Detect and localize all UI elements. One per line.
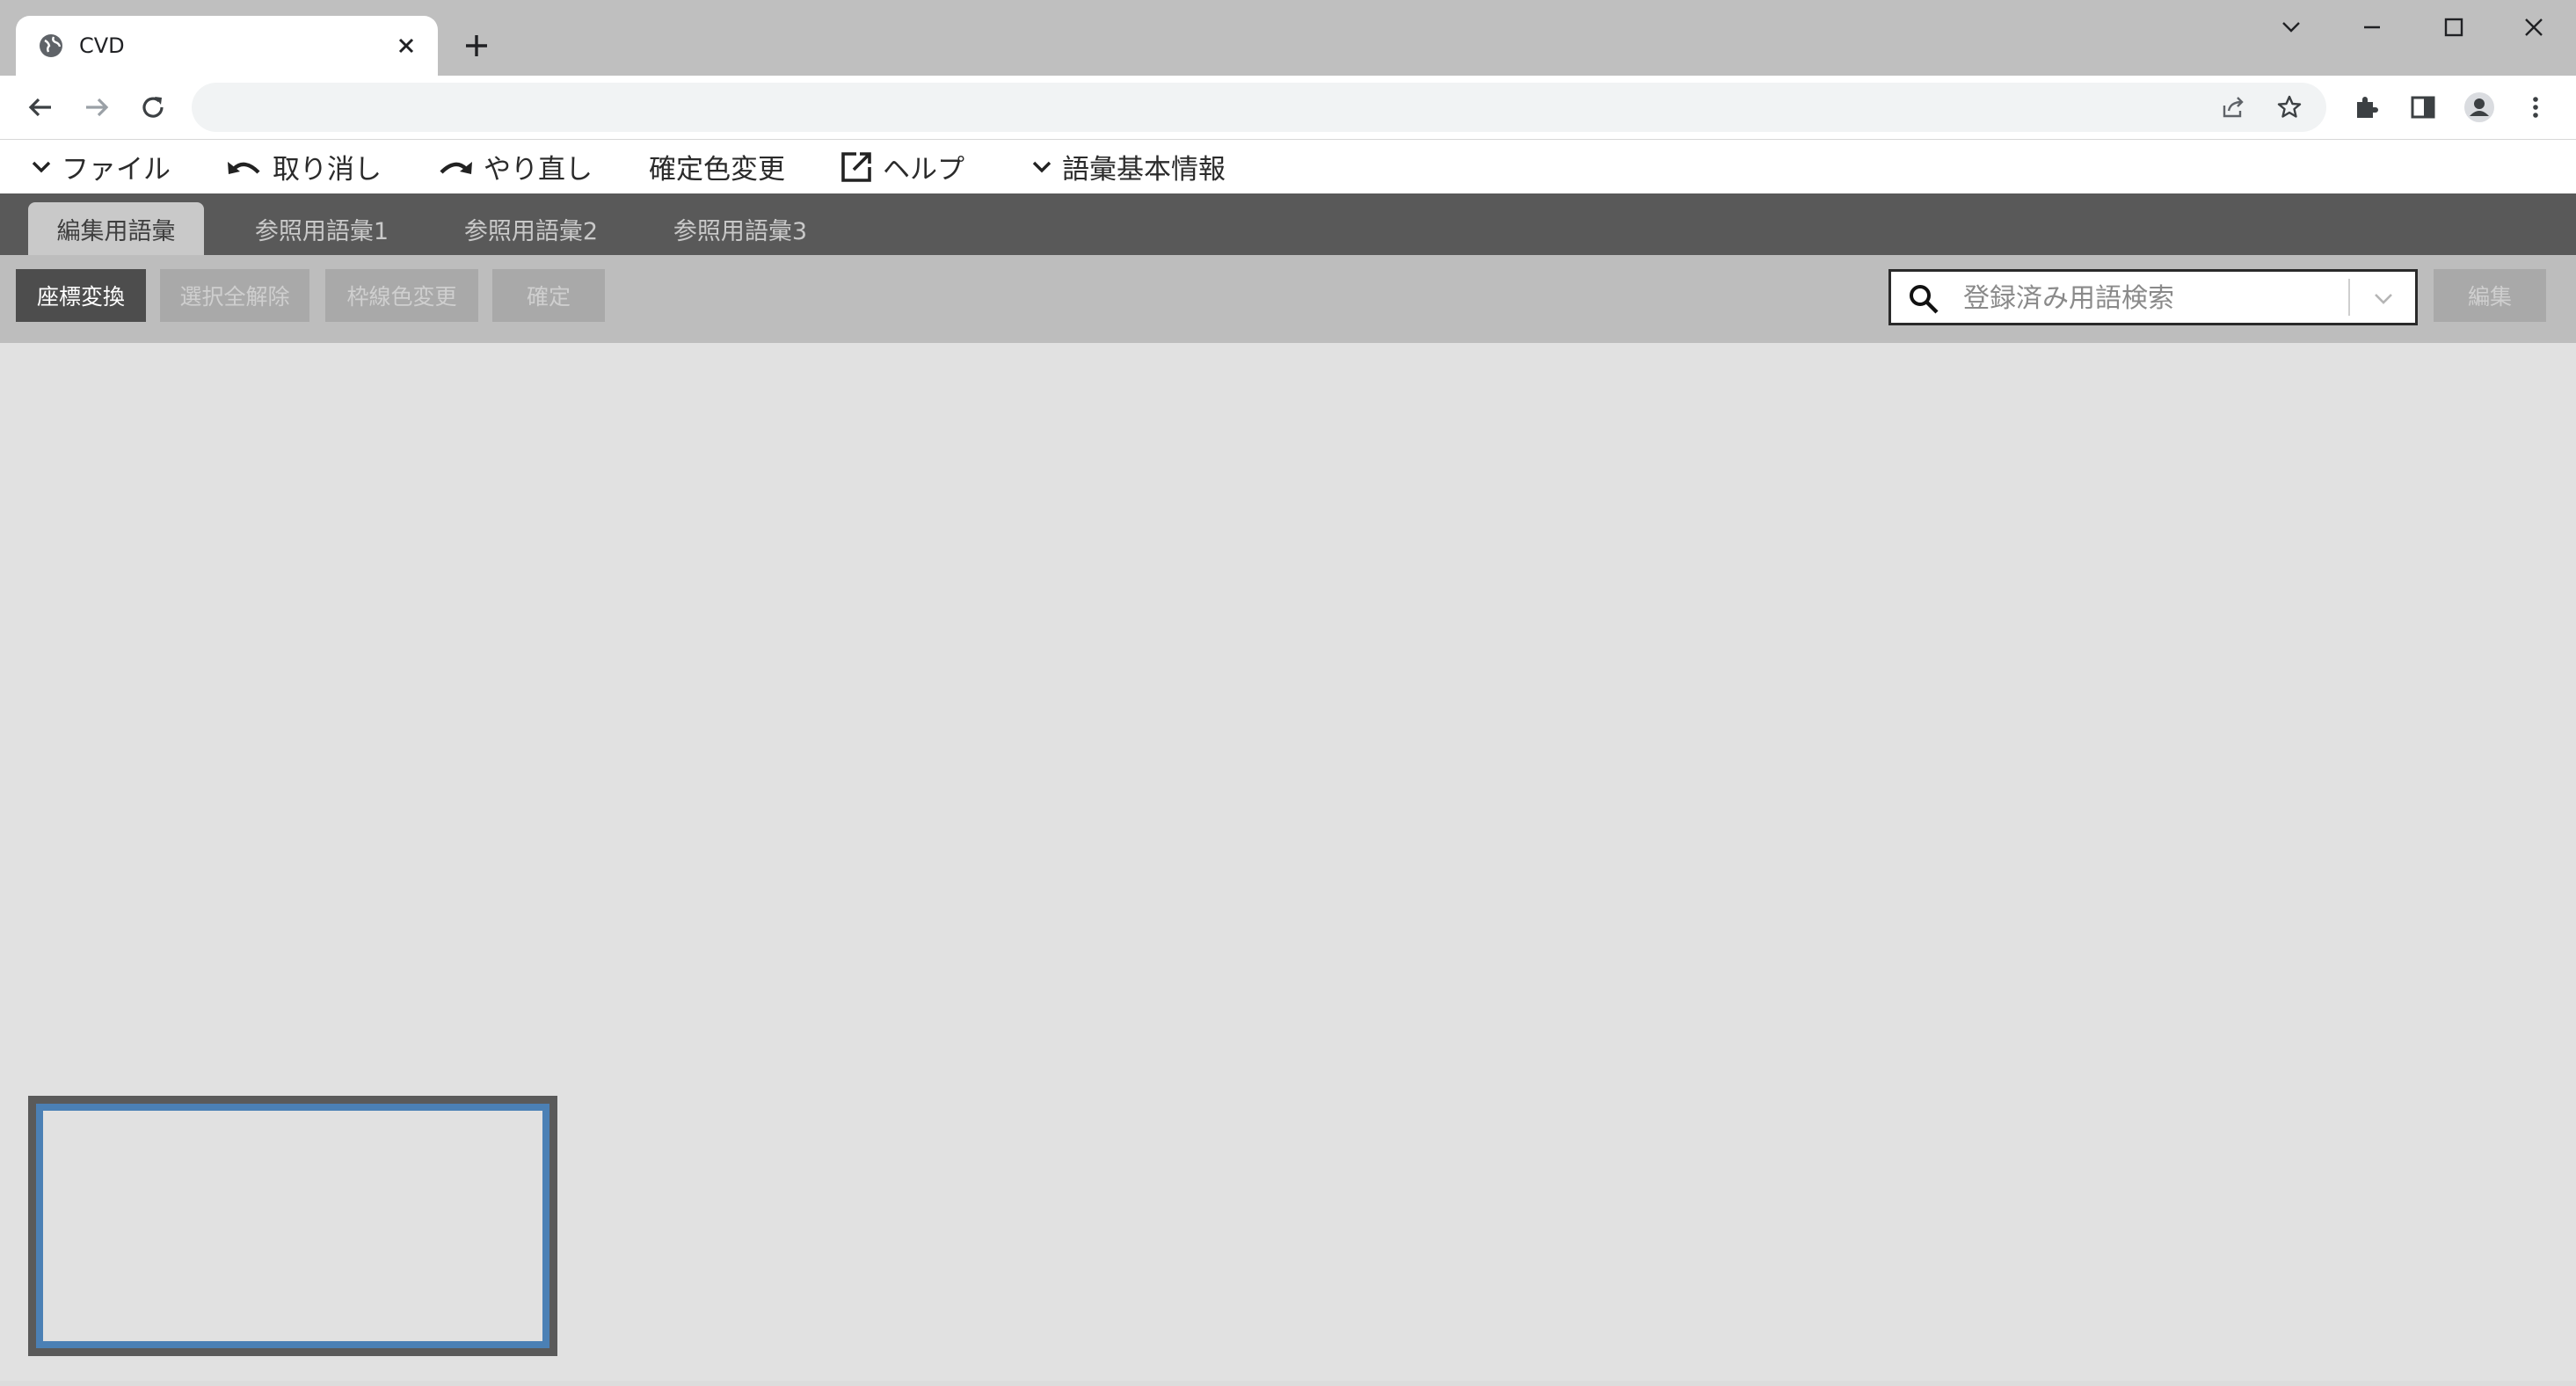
confirm-button[interactable]: 確定 — [492, 269, 605, 322]
window-close-icon[interactable] — [2509, 12, 2558, 44]
action-toolbar: 座標変換 選択全解除 枠線色変更 確定 編集 — [0, 255, 2576, 343]
tab-title: CVD — [79, 33, 125, 58]
menu-help[interactable]: ヘルプ — [839, 140, 964, 193]
menu-file-label: ファイル — [62, 154, 171, 186]
tab-edit-vocab[interactable]: 編集用語彙 — [28, 202, 204, 255]
close-icon[interactable] — [392, 32, 420, 60]
minimap-viewport[interactable] — [36, 1104, 549, 1348]
reload-icon[interactable] — [135, 90, 171, 125]
tab-ref-vocab-1[interactable]: 参照用語彙1 — [236, 202, 408, 255]
confirm-label: 確定 — [526, 284, 571, 310]
tab-ref-vocab-2[interactable]: 参照用語彙2 — [445, 202, 617, 255]
app-menu-bar: ファイル 取り消し やり直し 確定色変更 ヘルプ 語彙基本情報 — [0, 140, 2576, 193]
maximize-icon[interactable] — [2428, 12, 2478, 44]
profile-icon[interactable] — [2462, 90, 2497, 125]
chevron-down-icon[interactable] — [2368, 282, 2399, 314]
edit-label: 編集 — [2467, 284, 2512, 310]
term-search-box[interactable] — [1888, 269, 2466, 325]
external-link-icon — [841, 151, 871, 182]
coordinate-transform-label: 座標変換 — [36, 284, 125, 310]
chevron-down-icon — [32, 161, 51, 172]
menu-confirm-color[interactable]: 確定色変更 — [649, 140, 785, 193]
menu-vocab-info-label: 語彙基本情報 — [1062, 154, 1226, 186]
undo-icon — [228, 161, 260, 174]
browser-tab[interactable]: CVD — [16, 16, 438, 76]
kebab-icon[interactable] — [2518, 90, 2553, 125]
menu-confirm-color-label: 確定色変更 — [649, 154, 785, 186]
border-color-change-label: 枠線色変更 — [346, 284, 457, 310]
menu-help-label: ヘルプ — [883, 154, 964, 186]
tab-ref-vocab-3-label: 参照用語彙3 — [673, 217, 808, 245]
plus-icon[interactable] — [457, 26, 496, 65]
minimize-icon[interactable] — [2347, 12, 2397, 44]
diagram-canvas[interactable] — [0, 343, 2576, 1386]
border-color-change-button[interactable]: 枠線色変更 — [325, 269, 478, 322]
search-icon — [1910, 285, 1939, 314]
browser-tab-strip: CVD — [0, 0, 2576, 76]
edit-button[interactable]: 編集 — [2434, 269, 2546, 322]
minimap[interactable] — [28, 1096, 557, 1356]
deselect-all-button[interactable]: 選択全解除 — [160, 269, 309, 322]
globe-icon — [40, 34, 62, 57]
back-icon[interactable] — [23, 90, 58, 125]
search-divider — [2348, 279, 2350, 316]
browser-toolbar — [0, 76, 2576, 140]
menu-redo[interactable]: やり直し — [436, 140, 593, 193]
menu-undo[interactable]: 取り消し — [225, 140, 382, 193]
deselect-all-label: 選択全解除 — [179, 284, 290, 310]
menu-undo-label: 取り消し — [273, 154, 382, 186]
tab-edit-vocab-label: 編集用語彙 — [56, 217, 176, 245]
vocab-tab-bar: 編集用語彙 参照用語彙1 参照用語彙2 参照用語彙3 — [0, 193, 2576, 255]
tab-ref-vocab-1-label: 参照用語彙1 — [254, 217, 389, 245]
menu-vocab-info[interactable]: 語彙基本情報 — [1030, 140, 1226, 193]
sidepanel-icon[interactable] — [2405, 90, 2441, 125]
forward-icon[interactable] — [79, 90, 114, 125]
puzzle-icon[interactable] — [2349, 90, 2384, 125]
tab-ref-vocab-3[interactable]: 参照用語彙3 — [654, 202, 826, 255]
coordinate-transform-button[interactable]: 座標変換 — [16, 269, 146, 322]
tab-ref-vocab-2-label: 参照用語彙2 — [463, 217, 599, 245]
menu-file[interactable]: ファイル — [30, 140, 171, 193]
menu-redo-label: やり直し — [484, 154, 593, 186]
star-icon[interactable] — [2275, 93, 2303, 121]
share-icon[interactable] — [2219, 93, 2247, 121]
chevron-down-icon[interactable] — [2267, 12, 2316, 44]
chevron-down-icon — [1032, 161, 1052, 172]
redo-icon — [440, 161, 472, 174]
window-bottom-edge — [0, 1381, 2576, 1386]
address-bar[interactable] — [192, 83, 2326, 132]
